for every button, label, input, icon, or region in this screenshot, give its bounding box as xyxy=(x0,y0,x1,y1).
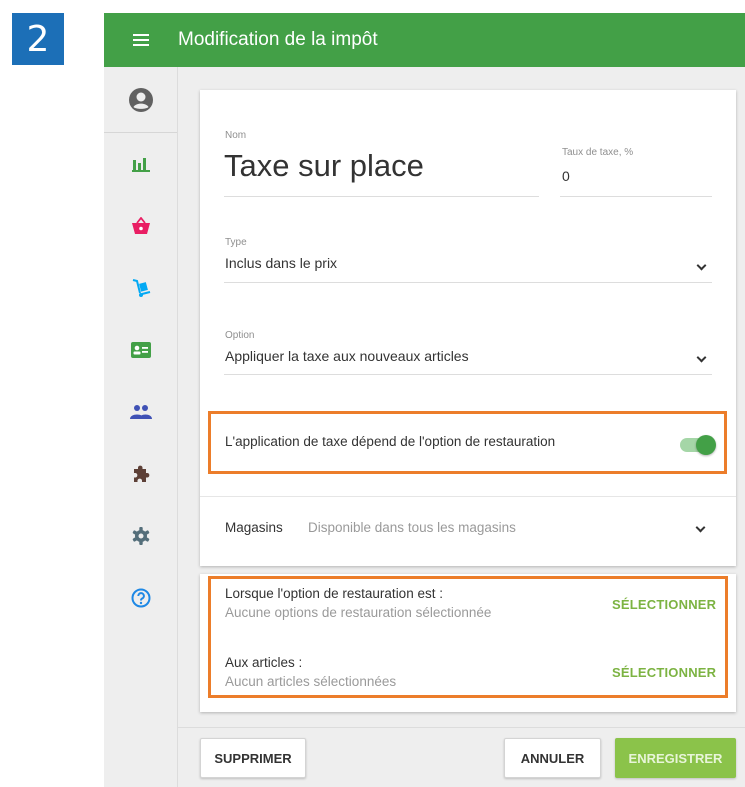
step-number-badge: 2 xyxy=(12,13,64,65)
option-chevron-down-icon[interactable] xyxy=(696,352,707,363)
items-condition-value: Aucun articles sélectionnées xyxy=(225,674,397,689)
basket-icon[interactable] xyxy=(104,195,177,257)
actions-divider xyxy=(178,727,745,728)
select-dining-options-button[interactable]: SÉLECTIONNER xyxy=(612,597,716,612)
account-circle-icon[interactable] xyxy=(104,67,177,133)
option-underline xyxy=(224,374,712,375)
conditions-card: Lorsque l'option de restauration est : A… xyxy=(200,574,736,712)
dining-condition-title: Lorsque l'option de restauration est : xyxy=(225,586,443,601)
help-circle-icon[interactable] xyxy=(104,567,177,629)
option-label: Option xyxy=(225,330,255,341)
tax-form-card: Nom Taxe sur place Taux de taxe, % 0 Typ… xyxy=(200,90,736,566)
hand-truck-icon[interactable] xyxy=(104,257,177,319)
sidebar xyxy=(104,67,178,787)
dining-condition-value: Aucune options de restauration sélection… xyxy=(225,605,492,620)
id-card-icon[interactable] xyxy=(104,319,177,381)
page-title: Modification de la impôt xyxy=(178,29,378,50)
stores-label: Magasins xyxy=(225,520,283,535)
dining-option-toggle-label: L'application de taxe dépend de l'option… xyxy=(225,434,556,449)
menu-icon[interactable] xyxy=(104,13,178,67)
puzzle-icon[interactable] xyxy=(104,443,177,505)
option-select[interactable]: Appliquer la taxe aux nouveaux articles xyxy=(225,348,469,364)
top-app-bar: Modification de la impôt xyxy=(104,13,745,67)
rate-label: Taux de taxe, % xyxy=(562,147,634,158)
items-condition-title: Aux articles : xyxy=(225,655,303,670)
stores-value[interactable]: Disponible dans tous les magasins xyxy=(308,520,516,535)
stores-divider xyxy=(200,496,736,497)
people-icon[interactable] xyxy=(104,381,177,443)
stores-chevron-down-icon[interactable] xyxy=(695,522,706,533)
type-chevron-down-icon[interactable] xyxy=(696,260,707,271)
delete-button[interactable]: SUPPRIMER xyxy=(200,738,306,778)
select-items-button[interactable]: SÉLECTIONNER xyxy=(612,665,716,680)
name-underline xyxy=(224,196,539,197)
type-select[interactable]: Inclus dans le prix xyxy=(225,255,337,271)
toggle-knob[interactable] xyxy=(696,435,716,455)
save-button[interactable]: ENREGISTRER xyxy=(615,738,736,778)
main-content: Nom Taxe sur place Taux de taxe, % 0 Typ… xyxy=(178,67,745,787)
bar-chart-icon[interactable] xyxy=(104,133,177,195)
name-field[interactable]: Taxe sur place xyxy=(224,148,424,184)
type-label: Type xyxy=(225,237,247,248)
rate-field[interactable]: 0 xyxy=(562,168,570,184)
type-underline xyxy=(224,282,712,283)
gear-icon[interactable] xyxy=(104,505,177,567)
cancel-button[interactable]: ANNULER xyxy=(504,738,601,778)
rate-underline xyxy=(560,196,712,197)
app-window: Modification de la impôt Nom Taxe sur pl… xyxy=(104,13,745,787)
name-label: Nom xyxy=(225,130,247,141)
